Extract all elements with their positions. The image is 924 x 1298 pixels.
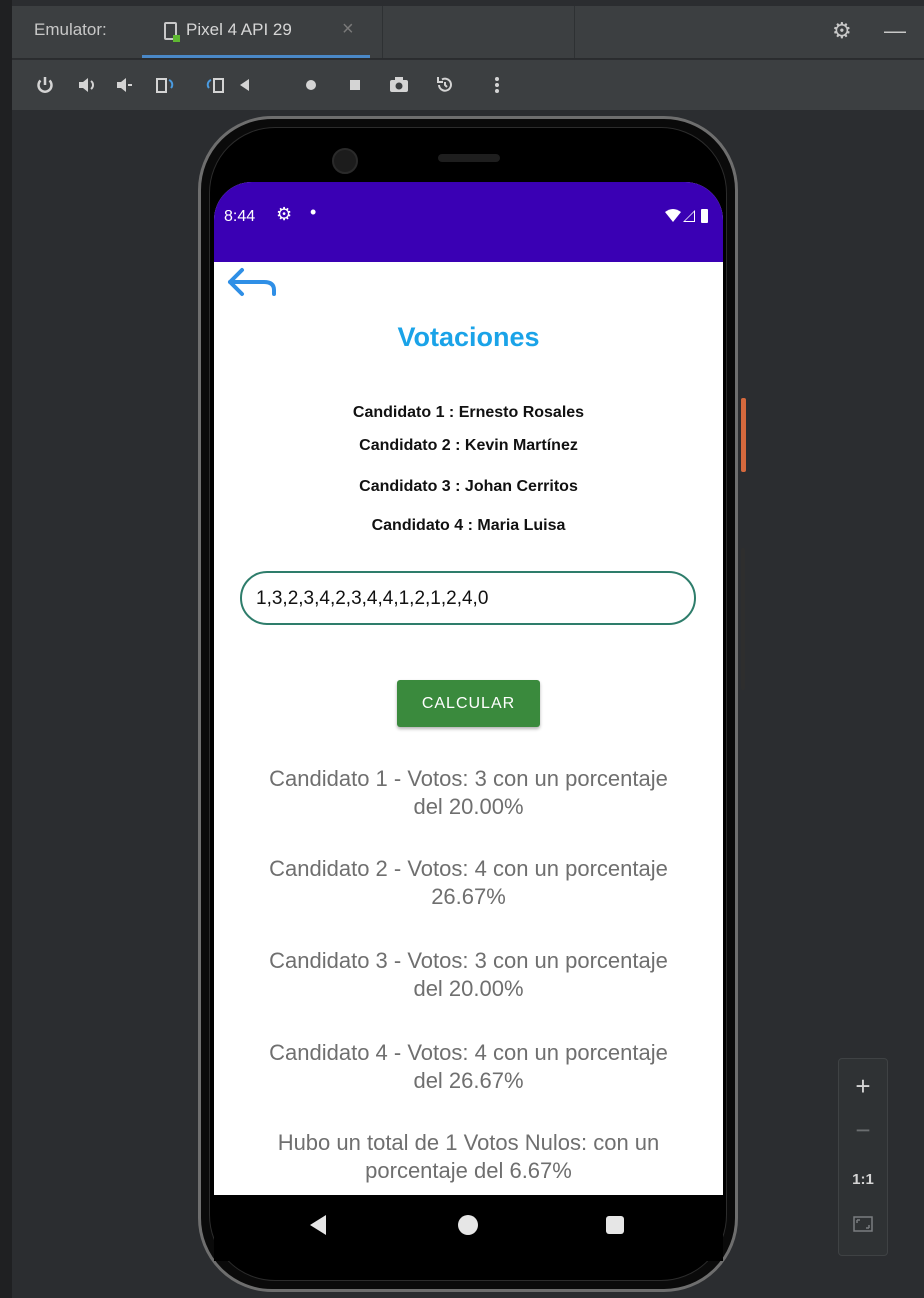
power-side-button[interactable] xyxy=(741,398,746,472)
result-line: del 20.00% xyxy=(413,976,524,1001)
power-icon[interactable] xyxy=(34,74,56,96)
more-icon[interactable] xyxy=(486,74,508,96)
emulator-window: Emulator: Pixel 4 API 29 × ⚙ — 8:44 ⚙ • … xyxy=(0,0,924,1298)
result-line: Candidato 3 - Votos: 3 con un porcentaje xyxy=(269,948,668,973)
device-icon xyxy=(164,22,180,42)
nav-recents-icon[interactable] xyxy=(606,1216,624,1234)
camera-icon xyxy=(332,148,358,174)
minimize-icon[interactable]: — xyxy=(884,18,910,44)
volume-up-icon[interactable] xyxy=(76,74,98,96)
rotate-left-icon[interactable] xyxy=(154,74,176,96)
device-tab[interactable]: Pixel 4 API 29 × xyxy=(142,12,370,58)
votes-input-field[interactable] xyxy=(240,571,696,625)
status-time: 8:44 xyxy=(224,208,256,225)
calculate-button[interactable]: CALCULAR xyxy=(397,680,540,727)
zoom-in-button[interactable]: + xyxy=(839,1071,887,1102)
fit-screen-icon[interactable] xyxy=(839,1213,887,1240)
home-icon[interactable] xyxy=(300,74,322,96)
result-line: 26.67% xyxy=(431,884,506,909)
candidate-label-1: Candidato 1 : Ernesto Rosales xyxy=(352,404,585,421)
actual-size-button[interactable]: 1:1 xyxy=(839,1171,887,1188)
page-title: Votaciones xyxy=(397,322,540,352)
close-tab-icon[interactable]: × xyxy=(342,18,354,41)
result-line: del 26.67% xyxy=(413,1068,524,1093)
notification-dot-icon: • xyxy=(310,202,317,222)
zoom-out-button[interactable]: − xyxy=(839,1115,887,1146)
result-null-votes: Hubo un total de 1 Votos Nulos: con un p… xyxy=(214,1129,723,1185)
settings-notification-icon: ⚙ xyxy=(276,204,293,224)
active-tab-indicator xyxy=(142,55,370,58)
candidate-label-3: Candidato 3 : Johan Cerritos xyxy=(359,478,578,495)
nav-back-icon[interactable] xyxy=(310,1215,326,1235)
overview-icon[interactable] xyxy=(344,74,366,96)
screenshot-icon[interactable] xyxy=(388,74,410,96)
result-line: Candidato 4 - Votos: 4 con un porcentaje xyxy=(269,1040,668,1065)
navigation-bar xyxy=(214,1195,723,1261)
result-candidate-4: Candidato 4 - Votos: 4 con un porcentaje… xyxy=(214,1039,723,1095)
result-line: porcentaje del 6.67% xyxy=(365,1158,572,1183)
result-candidate-1: Candidato 1 - Votos: 3 con un porcentaje… xyxy=(214,765,723,821)
emulator-label: Emulator: xyxy=(34,20,107,39)
result-line: Candidato 1 - Votos: 3 con un porcentaje xyxy=(269,766,668,791)
votes-input[interactable] xyxy=(254,583,678,615)
emulator-toolbar xyxy=(12,60,924,110)
result-line: Hubo un total de 1 Votos Nulos: con un xyxy=(277,1130,660,1155)
device-screen[interactable]: 8:44 ⚙ • Votaciones Candidato 1 : Ernest… xyxy=(214,182,723,1260)
result-line: del 20.00% xyxy=(413,794,524,819)
status-bar: 8:44 ⚙ • xyxy=(214,182,723,262)
device-tab-label: Pixel 4 API 29 xyxy=(186,20,292,39)
signal-battery-icons xyxy=(663,206,713,226)
result-candidate-2: Candidato 2 - Votos: 4 con un porcentaje… xyxy=(214,855,723,911)
snapshot-icon[interactable] xyxy=(434,74,456,96)
back-arrow-icon[interactable] xyxy=(220,262,280,302)
gear-icon[interactable]: ⚙ xyxy=(832,18,858,44)
zoom-controls: + − 1:1 xyxy=(838,1058,888,1256)
rotate-right-icon[interactable] xyxy=(204,74,226,96)
nav-home-icon[interactable] xyxy=(458,1215,478,1235)
speaker-grille xyxy=(438,154,500,162)
volume-side-button[interactable] xyxy=(741,548,745,690)
result-line: Candidato 2 - Votos: 4 con un porcentaje xyxy=(269,856,668,881)
result-candidate-3: Candidato 3 - Votos: 3 con un porcentaje… xyxy=(214,947,723,1003)
back-icon[interactable] xyxy=(234,74,256,96)
divider xyxy=(574,6,575,58)
divider xyxy=(382,6,383,58)
editor-gutter xyxy=(0,0,12,1298)
volume-down-icon[interactable] xyxy=(114,74,136,96)
candidate-label-2: Candidato 2 : Kevin Martínez xyxy=(359,437,578,454)
emulator-titlebar: Emulator: Pixel 4 API 29 × ⚙ — xyxy=(12,6,924,59)
candidate-label-4: Candidato 4 : Maria Luisa xyxy=(371,517,566,534)
